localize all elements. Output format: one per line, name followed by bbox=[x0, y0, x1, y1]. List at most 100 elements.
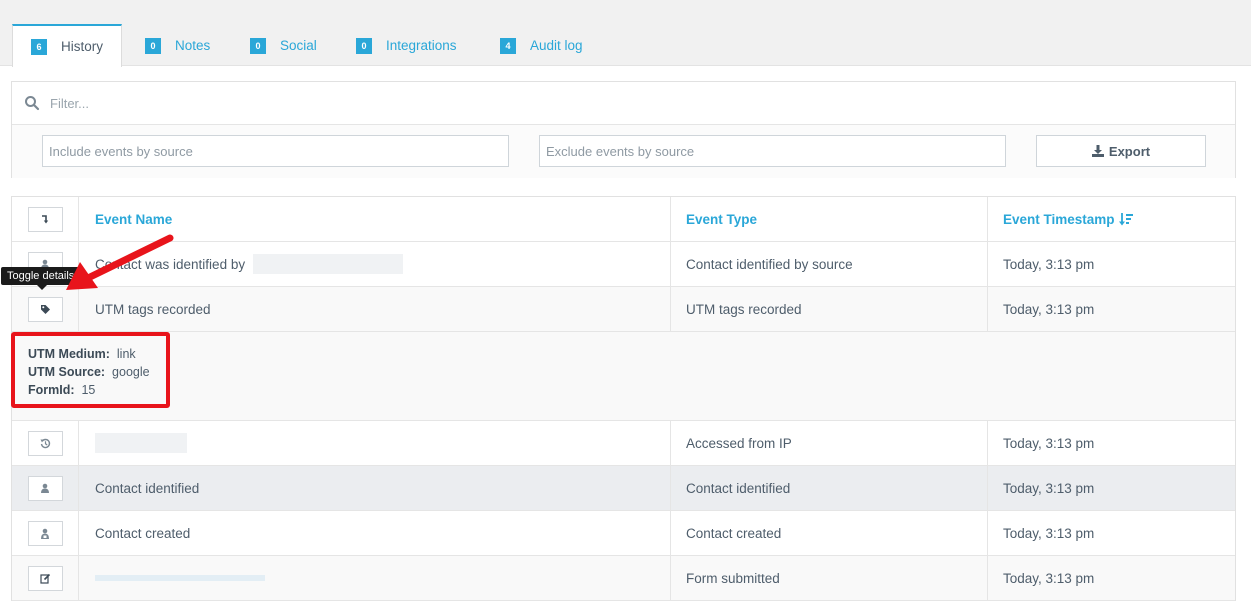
detail-key: UTM Source: bbox=[28, 365, 106, 379]
toggle-details-button[interactable] bbox=[27, 430, 63, 456]
detail-utm-source: UTM Source: google bbox=[28, 363, 166, 381]
user-lock-icon bbox=[41, 528, 49, 539]
history-icon bbox=[40, 438, 50, 448]
toggle-details-button[interactable] bbox=[27, 475, 63, 501]
detail-key: UTM Medium: bbox=[28, 347, 110, 361]
tab-label: Audit log bbox=[530, 38, 583, 53]
event-type-cell: UTM tags recorded bbox=[671, 287, 988, 331]
annotation-arrow-icon bbox=[66, 234, 174, 290]
export-label: Export bbox=[1108, 143, 1151, 159]
event-type-cell: Accessed from IP bbox=[671, 421, 988, 465]
event-type: Contact identified by source bbox=[686, 256, 853, 272]
event-timestamp: Today, 3:13 pm bbox=[1003, 435, 1095, 451]
tab-count-badge: 0 bbox=[356, 37, 372, 54]
event-type: Form submitted bbox=[686, 570, 780, 586]
event-timestamp-cell: Today, 3:13 pm bbox=[988, 242, 1236, 286]
sort-descending-icon bbox=[1118, 212, 1133, 225]
include-source-input[interactable] bbox=[42, 135, 509, 167]
detail-value: link bbox=[116, 347, 136, 361]
toggle-all-button[interactable] bbox=[27, 206, 63, 232]
tab-count-badge: 4 bbox=[500, 37, 516, 54]
column-header-event-timestamp[interactable]: Event Timestamp bbox=[988, 197, 1236, 241]
event-type-cell: Contact created bbox=[671, 511, 988, 555]
event-name-cell: Contact created bbox=[79, 511, 671, 555]
redacted-value bbox=[95, 575, 265, 581]
event-details-row: UTM Medium: link UTM Source: google Form… bbox=[11, 332, 1235, 421]
user-icon bbox=[41, 483, 49, 493]
detail-value: google bbox=[112, 365, 150, 379]
event-name-cell: Contact identified bbox=[79, 466, 671, 510]
event-type-cell: Contact identified by source bbox=[671, 242, 988, 286]
event-timestamp-cell: Today, 3:13 pm bbox=[988, 421, 1236, 465]
row-toggle-cell bbox=[12, 421, 79, 465]
event-name-cell bbox=[79, 556, 671, 600]
event-name-cell bbox=[79, 421, 671, 465]
row-toggle-cell bbox=[12, 511, 79, 555]
table-row: UTM tags recorded UTM tags recorded Toda… bbox=[12, 287, 1235, 332]
download-icon bbox=[1091, 145, 1104, 157]
row-toggle-cell bbox=[12, 466, 79, 510]
table-row: Contact was identified by Contact identi… bbox=[12, 242, 1235, 287]
event-type: Accessed from IP bbox=[686, 435, 792, 451]
detail-utm-medium: UTM Medium: link bbox=[28, 345, 166, 363]
source-filter-row: Export bbox=[12, 125, 1235, 178]
tab-bar: 6 History 0 Notes 0 Social 0 Integration… bbox=[0, 0, 1251, 67]
column-header-event-type[interactable]: Event Type bbox=[671, 197, 988, 241]
event-timestamp-cell: Today, 3:13 pm bbox=[988, 511, 1236, 555]
events-table: Event Name Event Type Event Timestamp Co… bbox=[11, 196, 1236, 601]
event-type: UTM tags recorded bbox=[686, 301, 802, 317]
detail-key: FormId: bbox=[28, 383, 75, 397]
table-row: Form submitted Today, 3:13 pm bbox=[12, 556, 1235, 601]
event-type: Contact created bbox=[686, 525, 782, 541]
event-name: UTM tags recorded bbox=[95, 301, 211, 317]
toggle-details-button[interactable] bbox=[27, 296, 63, 322]
event-timestamp: Today, 3:13 pm bbox=[1003, 256, 1095, 272]
header-label: Event Timestamp bbox=[1003, 211, 1115, 227]
event-timestamp-cell: Today, 3:13 pm bbox=[988, 556, 1236, 600]
tab-count-badge: 0 bbox=[250, 37, 266, 54]
row-toggle-cell bbox=[12, 556, 79, 600]
event-timestamp-cell: Today, 3:13 pm bbox=[988, 466, 1236, 510]
search-icon bbox=[25, 96, 40, 111]
table-header: Event Name Event Type Event Timestamp bbox=[12, 197, 1235, 242]
table-row: Contact created Contact created Today, 3… bbox=[12, 511, 1235, 556]
level-down-icon bbox=[42, 215, 49, 224]
filter-input[interactable] bbox=[50, 95, 850, 111]
tab-label: History bbox=[61, 39, 104, 54]
header-label: Event Name bbox=[95, 211, 173, 227]
filter-row bbox=[12, 82, 1235, 125]
table-row: Accessed from IP Today, 3:13 pm bbox=[12, 421, 1235, 466]
tab-integrations[interactable]: 0 Integrations bbox=[338, 24, 457, 67]
event-timestamp: Today, 3:13 pm bbox=[1003, 525, 1095, 541]
event-type: Contact identified bbox=[686, 480, 791, 496]
tab-history[interactable]: 6 History bbox=[12, 24, 122, 67]
detail-form-id: FormId: 15 bbox=[28, 381, 166, 399]
tab-label: Integrations bbox=[386, 38, 457, 53]
redacted-value bbox=[95, 433, 187, 453]
detail-value: 15 bbox=[81, 383, 96, 397]
toggle-details-button[interactable] bbox=[27, 565, 63, 591]
exclude-source-input[interactable] bbox=[539, 135, 1006, 167]
tab-label: Social bbox=[280, 38, 317, 53]
event-type-cell: Form submitted bbox=[671, 556, 988, 600]
event-timestamp: Today, 3:13 pm bbox=[1003, 301, 1095, 317]
export-button[interactable]: Export bbox=[1036, 135, 1206, 167]
tab-audit-log[interactable]: 4 Audit log bbox=[482, 24, 583, 67]
event-timestamp: Today, 3:13 pm bbox=[1003, 480, 1095, 496]
edit-icon bbox=[39, 573, 50, 584]
utm-details-highlight: UTM Medium: link UTM Source: google Form… bbox=[11, 332, 170, 408]
event-timestamp-cell: Today, 3:13 pm bbox=[988, 287, 1236, 331]
header-label: Event Type bbox=[686, 211, 758, 227]
event-type-cell: Contact identified bbox=[671, 466, 988, 510]
table-row: Contact identified Contact identified To… bbox=[12, 466, 1235, 511]
tag-icon bbox=[40, 304, 50, 314]
event-name: Contact created bbox=[95, 525, 191, 541]
redacted-value bbox=[253, 254, 404, 274]
tab-social[interactable]: 0 Social bbox=[232, 24, 317, 67]
filter-panel: Export bbox=[11, 81, 1236, 178]
event-timestamp: Today, 3:13 pm bbox=[1003, 570, 1095, 586]
tab-notes[interactable]: 0 Notes bbox=[127, 24, 210, 67]
toggle-details-button[interactable] bbox=[27, 520, 63, 546]
tab-label: Notes bbox=[175, 38, 211, 53]
event-name: Contact identified bbox=[95, 480, 200, 496]
